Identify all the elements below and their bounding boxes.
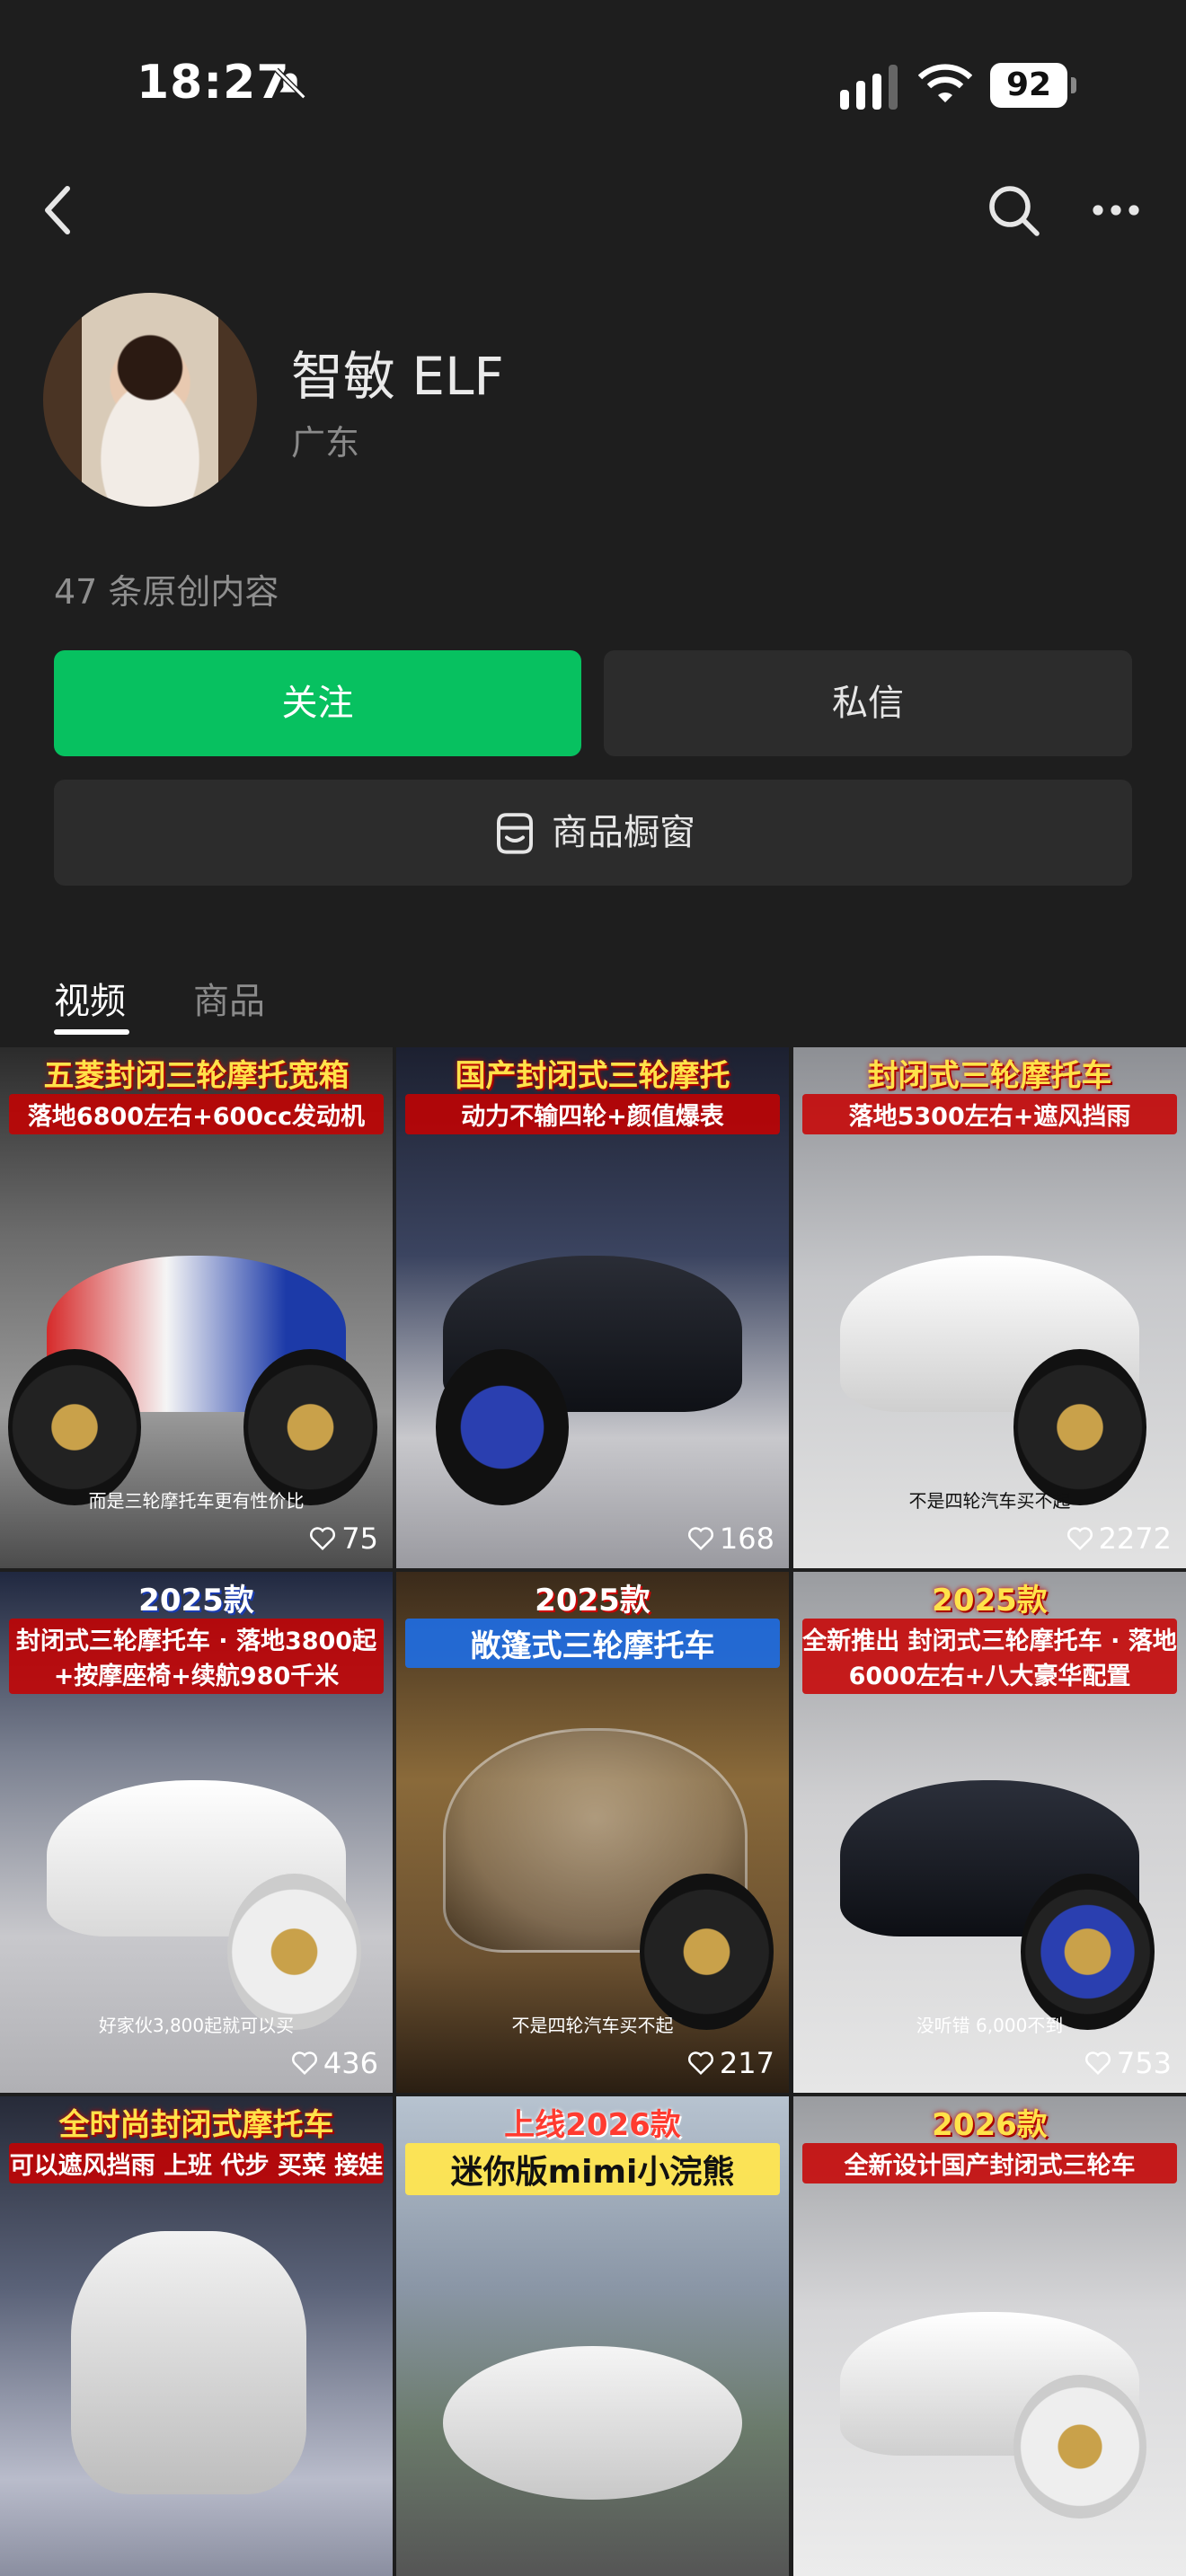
like-count-value: 753 [1116, 2046, 1172, 2080]
bell-muted-icon [274, 67, 306, 100]
profile-region: 广东 [291, 423, 360, 463]
video-subheadline: 动力不输四轮+颜值爆表 [405, 1094, 780, 1134]
like-count: 436 [291, 2046, 378, 2080]
tab-videos[interactable]: 视频 [54, 972, 126, 1024]
video-tile[interactable]: 2025款 全新推出 封闭式三轮摩托车 · 落地6000左右+八大豪华配置 没听… [793, 1572, 1186, 2093]
like-count-value: 75 [341, 1522, 378, 1556]
video-headline: 国产封闭式三轮摩托 [455, 1058, 730, 1094]
tab-products[interactable]: 商品 [193, 972, 265, 1024]
message-button[interactable]: 私信 [604, 650, 1132, 756]
video-grid: 五菱封闭三轮摩托宽箱 落地6800左右+600cc发动机 而是三轮摩托车更有性价… [0, 1047, 1186, 2576]
like-count: 753 [1084, 2046, 1172, 2080]
like-count-value: 436 [323, 2046, 378, 2080]
video-subheadline: 迷你版mimi小浣熊 [405, 2143, 780, 2195]
tab-active-indicator [54, 1029, 129, 1035]
profile-name: 智敏 ELF [291, 346, 504, 407]
video-headline: 2025款 [138, 1583, 254, 1619]
like-count: 75 [309, 1522, 378, 1556]
follow-button[interactable]: 关注 [54, 650, 581, 756]
heart-icon [310, 1527, 336, 1551]
heart-icon [291, 2051, 317, 2076]
shop-window-label: 商品橱窗 [552, 812, 695, 853]
video-subheadline: 敞篷式三轮摩托车 [405, 1619, 780, 1668]
content-count: 47 条原创内容 [54, 572, 279, 612]
more-options-icon[interactable] [1089, 183, 1143, 237]
back-arrow-icon[interactable] [36, 183, 81, 237]
status-bar: 18:27 92 [0, 0, 1186, 162]
video-caption: 没听错 6,000不到 [916, 2015, 1064, 2036]
like-count: 217 [687, 2046, 774, 2080]
video-caption: 好家伙3,800起就可以买 [98, 2015, 295, 2036]
battery-indicator: 92 [990, 63, 1076, 108]
video-tile[interactable]: 2025款 封闭式三轮摩托车 · 落地3800起+按摩座椅+续航980千米 好家… [0, 1572, 393, 2093]
video-tile[interactable]: 2025款 敞篷式三轮摩托车 不是四轮汽车买不起 217 [396, 1572, 789, 2093]
video-headline: 2026款 [932, 2107, 1048, 2143]
wifi-icon [918, 64, 972, 102]
search-icon[interactable] [987, 183, 1040, 237]
video-subheadline: 可以遮风挡雨 上班 代步 买菜 接娃 [9, 2143, 384, 2183]
heart-icon [687, 2051, 713, 2076]
video-subheadline: 落地5300左右+遮风挡雨 [802, 1094, 1177, 1134]
like-count: 168 [687, 1522, 774, 1556]
like-count-value: 168 [719, 1522, 774, 1556]
video-headline: 五菱封闭三轮摩托宽箱 [43, 1058, 350, 1094]
video-subheadline: 全新设计国产封闭式三轮车 [802, 2143, 1177, 2183]
video-subheadline: 全新推出 封闭式三轮摩托车 · 落地6000左右+八大豪华配置 [802, 1619, 1177, 1694]
video-headline: 2025款 [932, 1583, 1048, 1619]
like-count-value: 2272 [1098, 1522, 1172, 1556]
tab-bar: 视频 商品 [0, 961, 1186, 1042]
nav-bar [0, 171, 1186, 251]
video-headline: 上线2026款 [504, 2107, 681, 2143]
avatar[interactable] [43, 293, 257, 507]
video-tile[interactable]: 国产封闭式三轮摩托 动力不输四轮+颜值爆表 168 [396, 1047, 789, 1568]
signal-icon [840, 65, 898, 110]
video-caption: 而是三轮摩托车更有性价比 [88, 1490, 305, 1512]
video-tile[interactable]: 上线2026款 迷你版mimi小浣熊 [396, 2096, 789, 2576]
video-headline: 2025款 [535, 1583, 651, 1619]
heart-icon [687, 1527, 713, 1551]
video-tile[interactable]: 全时尚封闭式摩托车 可以遮风挡雨 上班 代步 买菜 接娃 [0, 2096, 393, 2576]
video-caption: 不是四轮汽车买不起 [511, 2015, 674, 2036]
heart-icon [1067, 1527, 1093, 1551]
video-subheadline: 封闭式三轮摩托车 · 落地3800起+按摩座椅+续航980千米 [9, 1619, 384, 1694]
video-tile[interactable]: 2026款 全新设计国产封闭式三轮车 [793, 2096, 1186, 2576]
video-subheadline: 落地6800左右+600cc发动机 [9, 1094, 384, 1134]
shop-window-icon [497, 813, 533, 854]
like-count: 2272 [1067, 1522, 1172, 1556]
video-tile[interactable]: 五菱封闭三轮摩托宽箱 落地6800左右+600cc发动机 而是三轮摩托车更有性价… [0, 1047, 393, 1568]
video-headline: 全时尚封闭式摩托车 [58, 2107, 334, 2143]
shop-window-button[interactable]: 商品橱窗 [54, 780, 1132, 886]
video-tile[interactable]: 封闭式三轮摩托车 落地5300左右+遮风挡雨 不是四轮汽车买不起 2272 [793, 1047, 1186, 1568]
status-time: 18:27 [137, 56, 290, 110]
video-headline: 封闭式三轮摩托车 [867, 1058, 1112, 1094]
video-caption: 不是四轮汽车买不起 [908, 1490, 1071, 1512]
heart-icon [1084, 2051, 1111, 2076]
like-count-value: 217 [719, 2046, 774, 2080]
